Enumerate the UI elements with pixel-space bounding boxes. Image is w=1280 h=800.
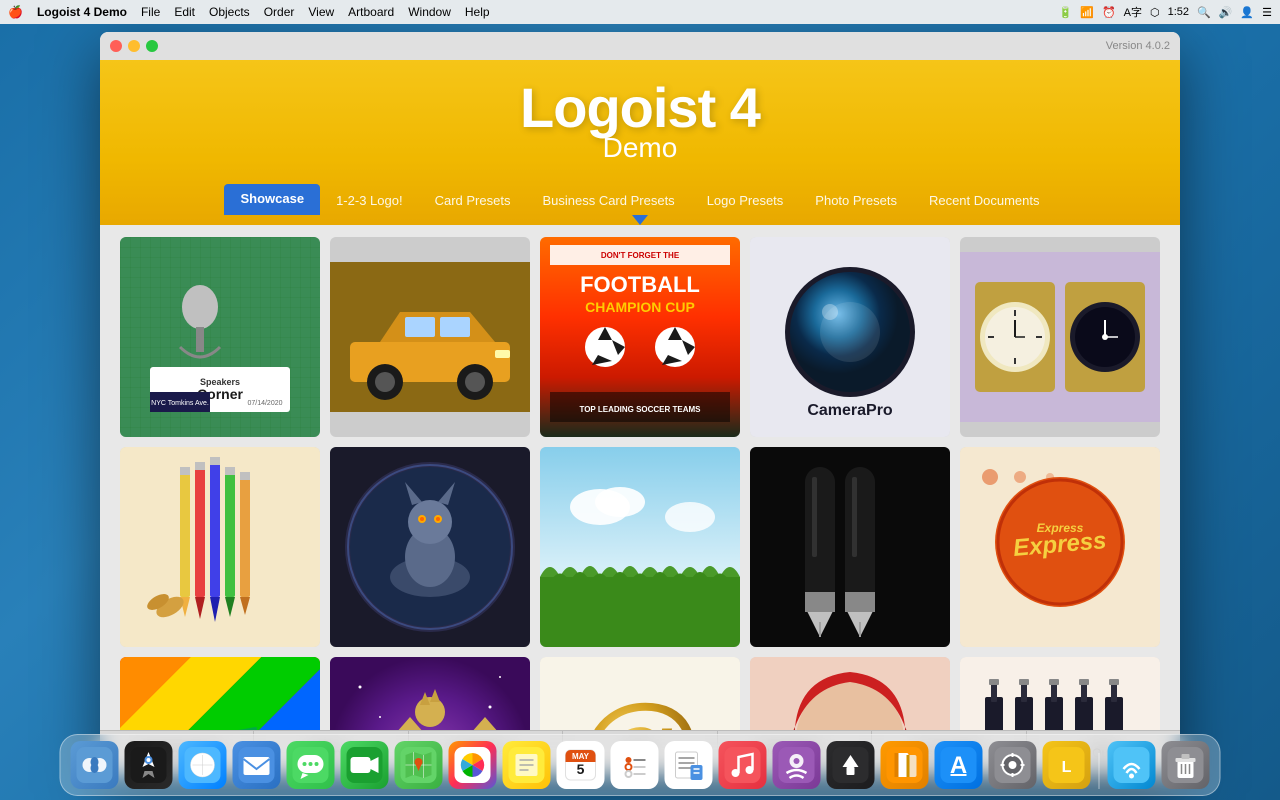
dock-appstore[interactable]: A [935,741,983,789]
svg-text:CameraPro: CameraPro [807,402,893,419]
battery-icon: 🔋 [1059,6,1073,19]
user-icon[interactable]: 👤 [1240,6,1254,19]
dock-trash[interactable] [1162,741,1210,789]
dock-podcasts[interactable] [773,741,821,789]
timemachine-icon: ⏰ [1102,6,1116,19]
title-bar: Version 4.0.2 [100,32,1180,60]
dock-notes[interactable] [503,741,551,789]
artboard-menu[interactable]: Artboard [348,5,394,19]
dock-logoist[interactable]: L [1043,741,1091,789]
gallery-item-wolf[interactable] [330,447,530,647]
gallery-item-football[interactable]: DON'T FORGET THE FOOTBALL CHAMPION CUP [540,237,740,437]
svg-text:L: L [1062,759,1072,776]
tab-recent-documents[interactable]: Recent Documents [913,186,1056,215]
svg-text:NYC Tomkins Ave.: NYC Tomkins Ave. [151,400,209,407]
wifi-icon: 📶 [1080,6,1094,19]
minimize-button[interactable] [128,40,140,52]
window-menu[interactable]: Window [408,5,451,19]
menu-bar-right: 🔋 📶 ⏰ A字 ⬡ 1:52 🔍 🔊 👤 ☰ [1059,4,1272,20]
app-logo: Logoist 4 [520,80,760,136]
app-window: Version 4.0.2 Logoist 4 Demo Showcase 1-… [100,32,1180,774]
gallery-item-pens[interactable] [750,447,950,647]
dock-facetime[interactable] [341,741,389,789]
dock-mail[interactable] [233,741,281,789]
gallery-item-castle[interactable] [330,657,530,730]
svg-text:CHAMPION CUP: CHAMPION CUP [585,299,695,315]
dock-airdrop[interactable] [1108,741,1156,789]
help-menu[interactable]: Help [465,5,490,19]
gallery-grid: Speakers Corner NYC Tomkins Ave. 07/14/2… [120,237,1160,730]
menu-extras[interactable]: ☰ [1262,6,1272,19]
app-header: Logoist 4 Demo Showcase 1-2-3 Logo! Card… [100,60,1180,225]
tab-business-card-presets[interactable]: Business Card Presets [526,186,690,215]
dock-system-preferences[interactable] [989,741,1037,789]
app-name-menu[interactable]: Logoist 4 Demo [37,5,127,19]
gallery-item-express[interactable]: Express Express [960,447,1160,647]
gallery-item-car[interactable] [330,237,530,437]
input-method: A字 [1124,4,1142,20]
dock-textedit[interactable] [665,741,713,789]
fullscreen-button[interactable] [146,40,158,52]
svg-text:TOP LEADING SOCCER TEAMS: TOP LEADING SOCCER TEAMS [579,405,701,414]
objects-menu[interactable]: Objects [209,5,250,19]
desktop: Version 4.0.2 Logoist 4 Demo Showcase 1-… [0,24,1280,800]
dock-safari[interactable] [179,741,227,789]
bluetooth-icon: ⬡ [1150,6,1160,19]
gallery-item-camerapro[interactable]: CameraPro [750,237,950,437]
version-label: Version 4.0.2 [1106,40,1170,52]
close-button[interactable] [110,40,122,52]
dock-divider [1099,753,1100,789]
tab-photo-presets[interactable]: Photo Presets [799,186,913,215]
dock-books[interactable] [881,741,929,789]
tab-logo-presets[interactable]: Logo Presets [691,186,800,215]
edit-menu[interactable]: Edit [174,5,195,19]
content-area[interactable]: Speakers Corner NYC Tomkins Ave. 07/14/2… [100,225,1180,730]
clock: 1:52 [1168,6,1189,18]
svg-text:5: 5 [577,761,585,777]
tab-showcase[interactable]: Showcase [224,184,320,215]
dock-maps[interactable] [395,741,443,789]
svg-text:DON'T FORGET THE: DON'T FORGET THE [601,251,680,260]
svg-text:07/14/2020: 07/14/2020 [247,400,282,407]
gallery-item-grass[interactable] [540,447,740,647]
apple-menu[interactable]: 🍎 [8,5,23,19]
gallery-item-rainbow[interactable]: BEND ARE [120,657,320,730]
gallery-item-speaker-corner[interactable]: Speakers Corner NYC Tomkins Ave. 07/14/2… [120,237,320,437]
tab-indicator [632,215,648,225]
app-subtitle: Demo [603,132,678,164]
dock: MAY 5 [60,734,1221,796]
gallery-item-wine[interactable]: DELICIOUSLY SIMPLE [960,657,1160,730]
gallery-item-pencils[interactable] [120,447,320,647]
nav-tabs: Showcase 1-2-3 Logo! Card Presets Busine… [204,184,1075,215]
svg-text:MAY: MAY [572,752,590,761]
svg-text:FOOTBALL: FOOTBALL [580,272,700,297]
view-menu[interactable]: View [308,5,334,19]
traffic-lights [110,40,158,52]
dock-music[interactable] [719,741,767,789]
gallery-item-atmark[interactable]: @ [540,657,740,730]
tab-card-presets[interactable]: Card Presets [419,186,527,215]
dock-reminders[interactable] [611,741,659,789]
dock-calendar[interactable]: MAY 5 [557,741,605,789]
menu-bar: 🍎 Logoist 4 Demo File Edit Objects Order… [0,0,1280,24]
gallery-item-watches[interactable] [960,237,1160,437]
order-menu[interactable]: Order [264,5,295,19]
dock-messages[interactable] [287,741,335,789]
gallery-item-portrait[interactable] [750,657,950,730]
dock-appletv[interactable] [827,741,875,789]
volume-icon[interactable]: 🔊 [1219,6,1233,19]
dock-photos[interactable] [449,741,497,789]
dock-finder[interactable] [71,741,119,789]
tab-123logo[interactable]: 1-2-3 Logo! [320,186,419,215]
search-icon[interactable]: 🔍 [1197,6,1211,19]
dock-rocket[interactable] [125,741,173,789]
svg-text:@: @ [574,679,706,730]
file-menu[interactable]: File [141,5,160,19]
